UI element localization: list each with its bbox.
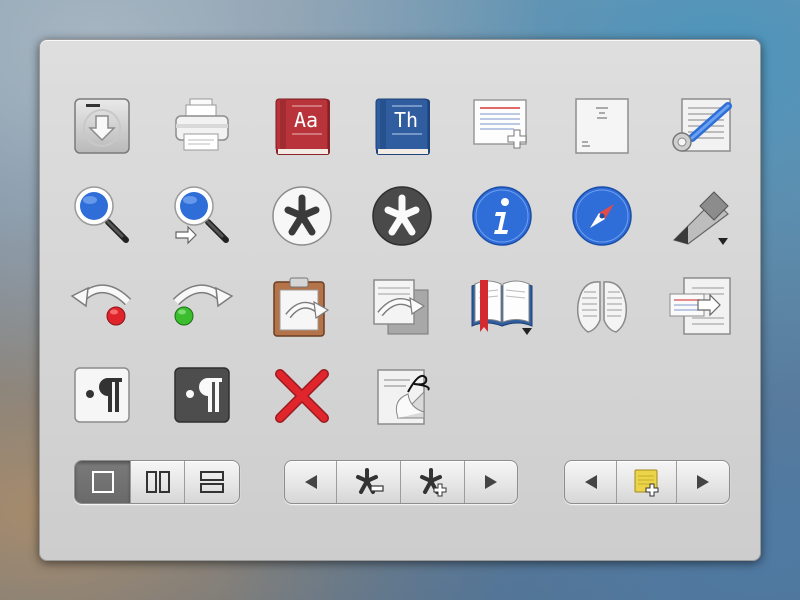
disk-download-icon[interactable]: [70, 94, 134, 158]
highlighter-icon[interactable]: [670, 184, 734, 248]
next-note-button[interactable]: [677, 461, 729, 503]
paragraph-light-icon[interactable]: [70, 364, 134, 428]
clipboard-icon[interactable]: [270, 274, 334, 338]
asterisk-dark-icon[interactable]: [370, 184, 434, 248]
paragraph-dark-icon[interactable]: [170, 364, 234, 428]
asterisk-nav-segmented-control: [284, 460, 518, 504]
note-add-icon: [634, 469, 658, 497]
previous-button[interactable]: [285, 461, 337, 503]
sign-document-icon[interactable]: [370, 364, 434, 428]
remove-asterisk-button[interactable]: [337, 461, 401, 503]
add-asterisk-button[interactable]: [401, 461, 465, 503]
two-row-icon: [200, 471, 224, 493]
printer-icon[interactable]: [170, 94, 234, 158]
asterisk-light-icon[interactable]: [270, 184, 334, 248]
new-document-icon[interactable]: [470, 94, 534, 158]
left-arrow-icon: [304, 475, 317, 489]
note-nav-segmented-control: [564, 460, 730, 504]
copy-icon[interactable]: [370, 274, 434, 338]
previous-note-button[interactable]: [565, 461, 617, 503]
search-icon[interactable]: [70, 184, 134, 248]
search-next-icon[interactable]: [170, 184, 234, 248]
redo-icon[interactable]: [170, 274, 234, 338]
layout-segmented-control: [74, 460, 240, 504]
right-arrow-icon: [697, 475, 709, 489]
document-icon[interactable]: [570, 94, 634, 158]
delete-icon[interactable]: [270, 364, 334, 428]
compass-icon[interactable]: [570, 184, 634, 248]
two-column-button[interactable]: [131, 461, 185, 503]
blue-thesaurus-icon[interactable]: Th: [370, 94, 434, 158]
shells-icon[interactable]: [570, 274, 634, 338]
open-book-icon[interactable]: [470, 274, 534, 338]
document-settings-icon[interactable]: [670, 94, 734, 158]
next-button[interactable]: [465, 461, 517, 503]
export-icon[interactable]: [669, 274, 734, 338]
info-icon[interactable]: [470, 184, 534, 248]
icon-panel: Aa Th: [39, 39, 761, 561]
right-arrow-icon: [485, 475, 497, 489]
red-dictionary-icon[interactable]: Aa: [270, 94, 334, 158]
two-column-icon: [145, 471, 170, 493]
undo-icon[interactable]: [70, 274, 134, 338]
red-book-label: Aa: [294, 108, 318, 132]
asterisk-minus-icon: [355, 468, 384, 494]
asterisk-plus-icon: [419, 468, 446, 497]
left-arrow-icon: [584, 475, 597, 489]
add-note-button[interactable]: [617, 461, 677, 503]
blue-book-label: Th: [394, 108, 418, 132]
single-page-button[interactable]: [75, 461, 131, 503]
single-page-icon: [91, 471, 114, 493]
two-row-button[interactable]: [185, 461, 239, 503]
